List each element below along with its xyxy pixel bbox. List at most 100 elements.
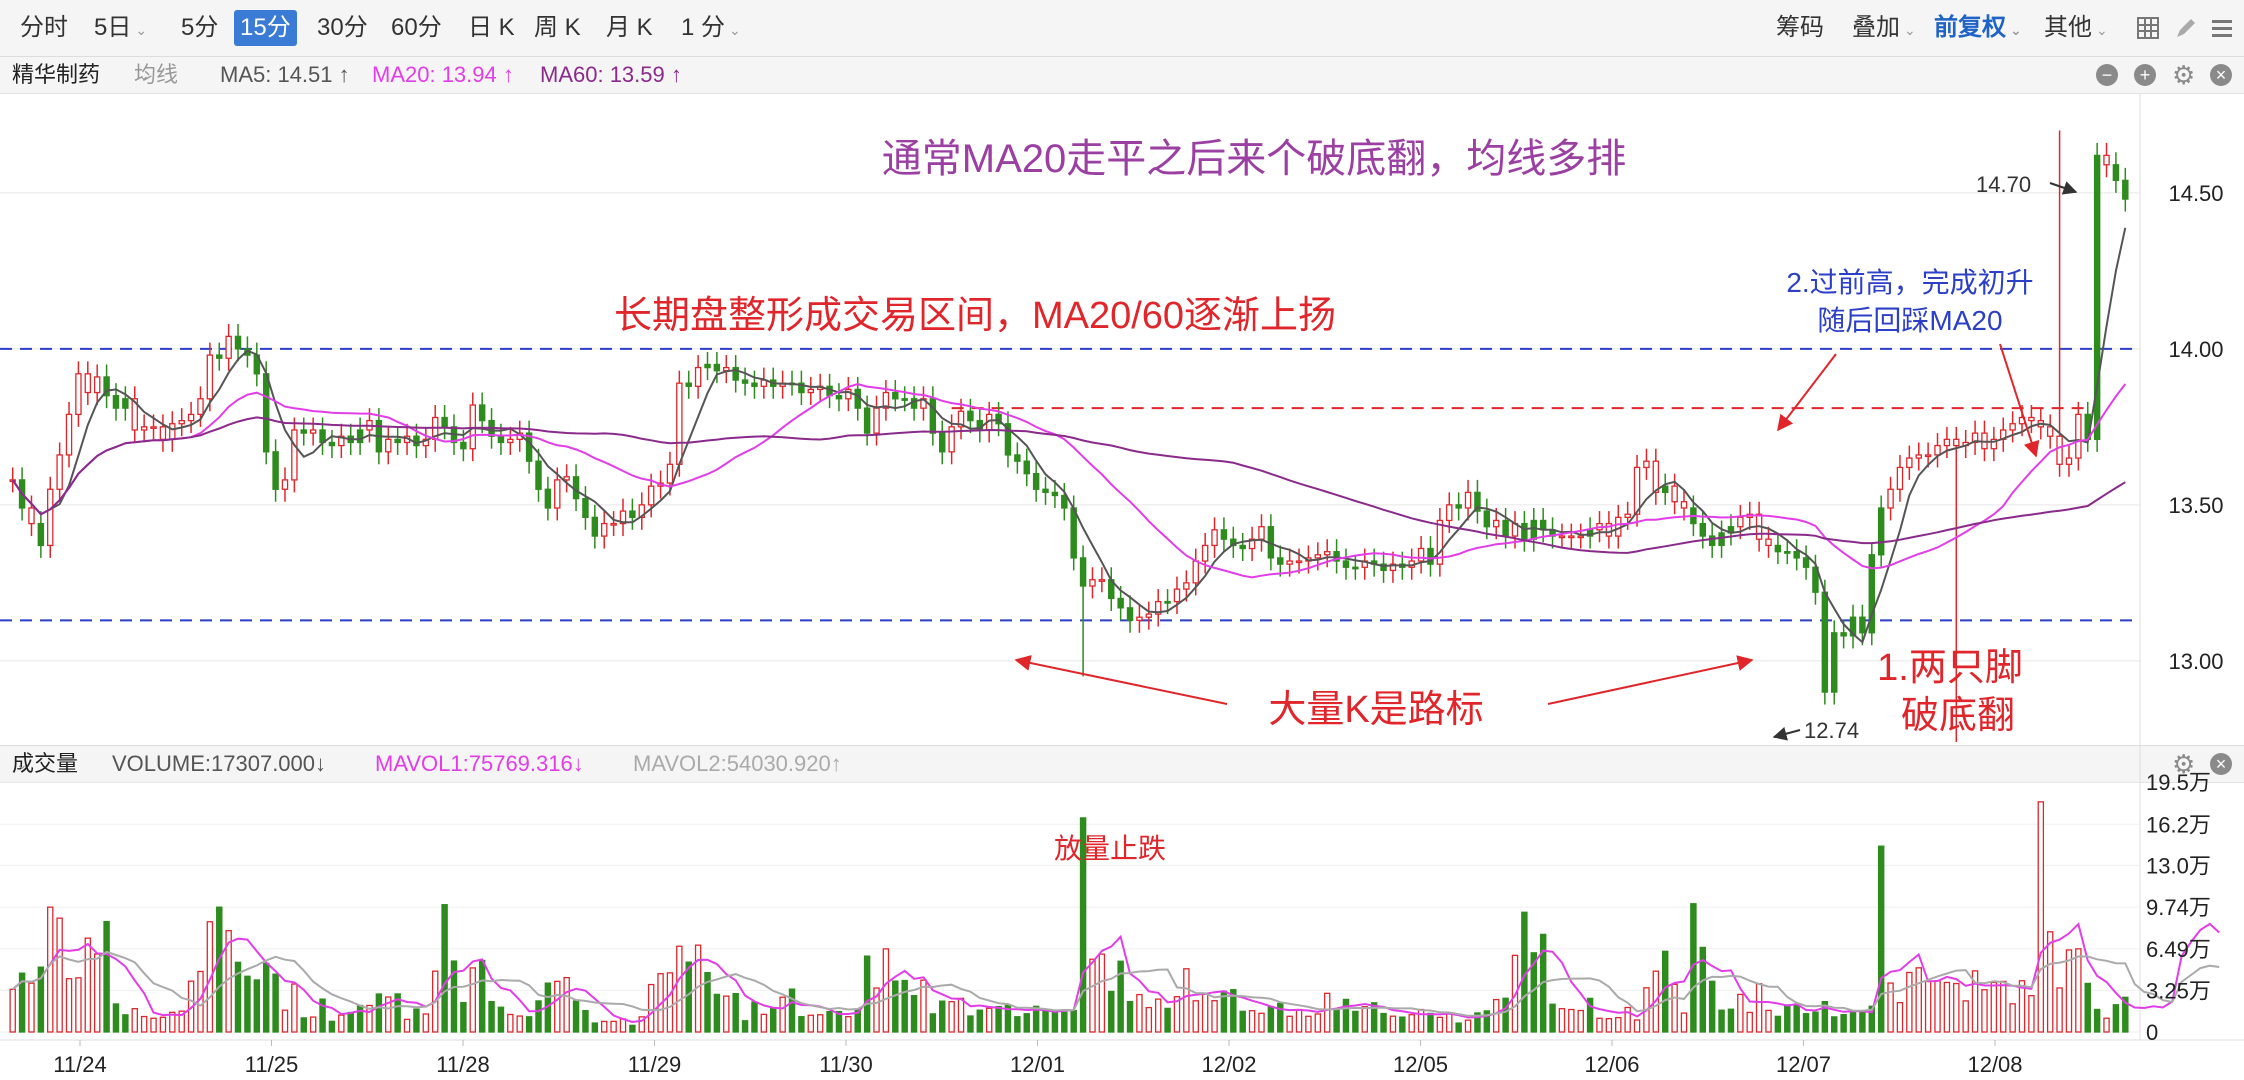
candle-body — [75, 373, 82, 416]
volume-bar — [441, 904, 448, 1033]
candle-body — [309, 429, 317, 434]
candle-body — [56, 454, 63, 490]
volume-bar — [1755, 983, 1763, 1033]
candle-body — [751, 382, 758, 387]
volume-bar — [1558, 1008, 1566, 1033]
candle-body — [1211, 529, 1218, 547]
volume-tick-label: 3.25万 — [2146, 978, 2211, 1003]
volume-bar — [807, 1014, 815, 1033]
volume-bar — [582, 1009, 589, 1033]
candle-body — [1643, 460, 1650, 469]
annotation-range-note: 长期盘整形成交易区间，MA20/60逐渐上扬 — [614, 295, 1336, 337]
price-tick-label: 14.00 — [2168, 337, 2223, 362]
candle-body — [1802, 557, 1810, 568]
candle-body — [84, 373, 92, 394]
volume-bar — [1399, 1016, 1406, 1033]
candle-body — [685, 382, 692, 387]
candle-body — [1258, 526, 1265, 540]
candle-body — [1671, 485, 1678, 503]
candle-body — [262, 373, 270, 453]
volume-bar — [1361, 1006, 1368, 1033]
candle-body — [676, 382, 683, 465]
volume-bar — [1859, 1011, 1866, 1033]
candle-body — [892, 391, 899, 400]
candle-body — [1953, 438, 1960, 447]
volume-bar — [403, 1018, 411, 1033]
annotation-break-bottom: 破底翻 — [1901, 695, 2015, 737]
candle-body — [1061, 494, 1068, 509]
candle-body — [845, 388, 852, 400]
candle-body — [591, 516, 599, 537]
volume-bar — [685, 961, 692, 1033]
volume-bar — [1737, 993, 1744, 1033]
volume-bar — [2065, 949, 2073, 1033]
candle-body — [497, 435, 505, 444]
candle-body — [187, 413, 195, 422]
date-tick-label: 12/06 — [1584, 1052, 1639, 1077]
volume-bar — [1014, 1016, 1021, 1033]
candle-body — [1906, 457, 1913, 469]
candle-body — [1633, 466, 1641, 515]
candle-body — [704, 363, 711, 369]
candle-body — [1455, 504, 1462, 509]
volume-bar — [347, 1011, 354, 1033]
volume-bar — [723, 995, 730, 1033]
candle-body — [169, 423, 176, 440]
annotation-pullback: 随后回踩MA20 — [1817, 305, 2002, 336]
volume-bar — [253, 979, 261, 1033]
candle-body — [1014, 454, 1021, 462]
candle-body — [1718, 532, 1725, 547]
candle-body — [1417, 547, 1425, 562]
volume-bar — [2084, 982, 2091, 1033]
volume-bar — [1492, 998, 1500, 1033]
candle-body — [234, 335, 242, 350]
candle-body — [1079, 557, 1087, 587]
volume-bar — [1896, 1002, 1904, 1033]
candle-body — [1183, 582, 1190, 590]
candle-body — [939, 432, 946, 453]
volume-bar — [1633, 1019, 1641, 1033]
candle-body — [1793, 551, 1800, 559]
volume-bar — [535, 1000, 542, 1033]
annotation-volume-note: 放量止跌 — [1054, 833, 1166, 864]
candle-body — [1342, 560, 1350, 568]
volume-bar — [2056, 987, 2063, 1033]
volume-bar — [1990, 981, 1998, 1033]
volume-axis: 19.5万 16.2万 13.0万 9.74万 6.49万 3.25万 0 — [2146, 770, 2211, 1045]
volume-bar — [882, 948, 890, 1033]
volume-bar — [28, 982, 35, 1033]
volume-bar — [507, 1013, 514, 1033]
volume-bar — [901, 979, 908, 1033]
candle-body — [582, 497, 589, 518]
candle-body — [1539, 519, 1547, 531]
volume-bar — [1915, 967, 1922, 1033]
volume-bar — [751, 1001, 758, 1033]
candle-body — [2065, 457, 2073, 465]
candle-body — [385, 438, 392, 453]
candle-body — [967, 410, 974, 422]
volume-bar — [1981, 989, 1988, 1033]
candle-body — [2103, 154, 2110, 166]
volume-bar — [1314, 1013, 1322, 1033]
candle-body — [1521, 522, 1528, 540]
candle-body — [1464, 491, 1472, 509]
volume-bar — [788, 988, 796, 1033]
candle-body — [1774, 544, 1782, 553]
candle-body — [356, 429, 364, 444]
candle-body — [1877, 507, 1885, 556]
candle-body — [1699, 522, 1707, 537]
candle-body — [694, 366, 702, 387]
volume-bar — [47, 906, 54, 1033]
price-chart[interactable]: 14.50 14.00 13.50 13.00 19.5万 16.2万 13.0万 9.74… — [0, 0, 2244, 1080]
candle-body — [1840, 632, 1847, 637]
candle-body — [1915, 454, 1922, 459]
volume-bar — [1831, 1016, 1838, 1033]
candle-body — [1568, 535, 1575, 539]
candle-body — [901, 398, 908, 401]
volume-bar — [798, 1016, 805, 1033]
volume-bar — [629, 1024, 636, 1033]
volume-bar — [741, 1020, 749, 1033]
volume-bar — [1802, 1013, 1810, 1033]
candle-body — [1136, 616, 1143, 621]
volume-tick-label: 0 — [2146, 1020, 2158, 1045]
